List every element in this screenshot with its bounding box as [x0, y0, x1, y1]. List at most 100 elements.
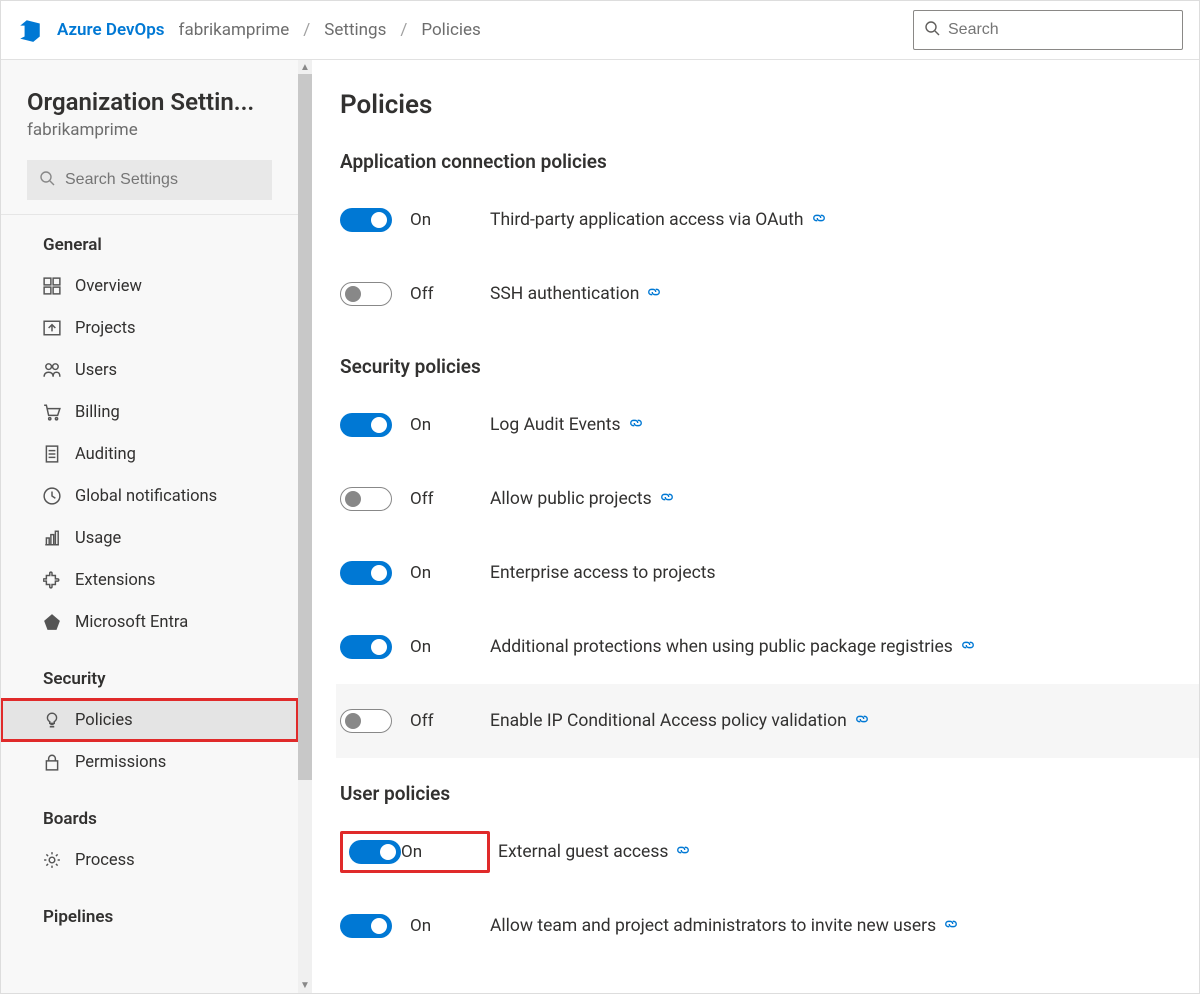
sidebar-item-label: Extensions	[75, 571, 155, 590]
nav-header-security: Security	[1, 669, 298, 699]
policy-toggle[interactable]	[340, 487, 392, 511]
topbar: Azure DevOps fabrikamprime / Settings / …	[1, 1, 1199, 60]
global-search-input[interactable]	[948, 21, 1172, 39]
scroll-up-icon[interactable]: ▲	[298, 60, 312, 74]
policy-toggle[interactable]	[340, 282, 392, 306]
policy-label: Enable IP Conditional Access policy vali…	[490, 711, 869, 731]
link-icon[interactable]	[944, 916, 958, 936]
sidebar-item-label: Projects	[75, 319, 136, 338]
sidebar-item-users[interactable]: Users	[1, 349, 298, 391]
nav-header-boards: Boards	[1, 809, 298, 839]
policy-group-title: Application connection policies	[340, 150, 1199, 173]
lock-icon	[43, 753, 61, 771]
policy-label: SSH authentication	[490, 284, 661, 304]
breadcrumb-org[interactable]: fabrikamprime	[179, 20, 290, 40]
link-icon[interactable]	[961, 637, 975, 657]
policy-toggle[interactable]	[340, 413, 392, 437]
breadcrumb: Azure DevOps fabrikamprime / Settings / …	[57, 20, 481, 40]
sidebar-item-label: Auditing	[75, 445, 136, 464]
sidebar-org: fabrikamprime	[1, 116, 298, 156]
policy-row: OnEnterprise access to projects	[340, 536, 1199, 610]
sidebar-item-label: Users	[75, 361, 117, 380]
link-icon[interactable]	[812, 210, 826, 230]
policy-toggle[interactable]	[340, 561, 392, 585]
policy-group-title: Security policies	[340, 355, 1199, 378]
policy-row: OnLog Audit Events	[340, 388, 1199, 462]
policy-state: Off	[410, 489, 490, 509]
policy-label: External guest access	[498, 842, 690, 862]
settings-search[interactable]	[27, 160, 272, 200]
link-icon[interactable]	[660, 489, 674, 509]
sidebar-item-label: Global notifications	[75, 487, 217, 506]
search-icon	[924, 20, 940, 40]
sidebar-item-usage[interactable]: Usage	[1, 517, 298, 559]
policy-label: Additional protections when using public…	[490, 637, 975, 657]
policy-toggle[interactable]	[340, 914, 392, 938]
sidebar-item-auditing[interactable]: Auditing	[1, 433, 298, 475]
policy-row: OffEnable IP Conditional Access policy v…	[336, 684, 1199, 758]
sidebar-item-billing[interactable]: Billing	[1, 391, 298, 433]
scrollbar-thumb[interactable]	[298, 74, 312, 780]
global-search[interactable]	[913, 10, 1183, 50]
policy-row: On External guest access	[340, 815, 1199, 889]
policy-state: Off	[410, 284, 490, 304]
policy-label: Log Audit Events	[490, 415, 643, 435]
link-icon[interactable]	[855, 711, 869, 731]
breadcrumb-policies[interactable]: Policies	[421, 20, 480, 40]
sidebar-scrollbar[interactable]: ▲ ▼	[298, 60, 312, 993]
settings-search-input[interactable]	[65, 171, 260, 189]
policy-state: On	[401, 842, 481, 862]
sidebar: Organization Settin... fabrikamprime Gen…	[1, 60, 312, 993]
sidebar-item-microsoft-entra[interactable]: Microsoft Entra	[1, 601, 298, 643]
sidebar-title: Organization Settin...	[1, 88, 298, 116]
policy-toggle[interactable]	[340, 709, 392, 733]
doc-icon	[43, 445, 61, 463]
sidebar-item-permissions[interactable]: Permissions	[1, 741, 298, 783]
policy-row: OffSSH authentication	[340, 257, 1199, 331]
policy-row: OnAllow team and project administrators …	[340, 889, 1199, 963]
grid-icon	[43, 277, 61, 295]
policy-row: OffAllow public projects	[340, 462, 1199, 536]
sidebar-item-label: Microsoft Entra	[75, 613, 188, 632]
policy-toggle[interactable]	[349, 840, 401, 864]
policy-toggle[interactable]	[340, 208, 392, 232]
nav-header-pipelines: Pipelines	[1, 907, 298, 937]
sidebar-item-label: Billing	[75, 403, 120, 422]
chart-icon	[43, 529, 61, 547]
sidebar-item-global-notifications[interactable]: Global notifications	[1, 475, 298, 517]
policy-state: On	[410, 637, 490, 657]
link-icon[interactable]	[647, 284, 661, 304]
link-icon[interactable]	[676, 842, 690, 862]
breadcrumb-settings[interactable]: Settings	[324, 20, 386, 40]
policy-label: Third-party application access via OAuth	[490, 210, 826, 230]
breadcrumb-separator: /	[400, 20, 407, 40]
policy-state: On	[410, 415, 490, 435]
sidebar-item-label: Usage	[75, 529, 121, 548]
highlighted-toggle: On	[340, 831, 490, 873]
policy-state: Off	[410, 711, 490, 731]
policy-group-title: User policies	[340, 782, 1199, 805]
clock-icon	[43, 487, 61, 505]
link-icon[interactable]	[629, 415, 643, 435]
upload-icon	[43, 319, 61, 337]
sidebar-item-process[interactable]: Process	[1, 839, 298, 881]
sidebar-item-extensions[interactable]: Extensions	[1, 559, 298, 601]
main-content: Policies Application connection policies…	[312, 60, 1199, 993]
entra-icon	[43, 613, 61, 631]
sidebar-item-policies[interactable]: Policies	[1, 699, 298, 741]
page-title: Policies	[340, 90, 1199, 120]
policy-state: On	[410, 563, 490, 583]
policy-state: On	[410, 916, 490, 936]
sidebar-item-label: Permissions	[75, 753, 166, 772]
sidebar-item-projects[interactable]: Projects	[1, 307, 298, 349]
scroll-down-icon[interactable]: ▼	[298, 979, 312, 993]
policy-toggle[interactable]	[340, 635, 392, 659]
gear-icon	[43, 851, 61, 869]
policy-row: OnAdditional protections when using publ…	[340, 610, 1199, 684]
users-icon	[43, 361, 61, 379]
product-name[interactable]: Azure DevOps	[57, 20, 165, 40]
sidebar-item-overview[interactable]: Overview	[1, 265, 298, 307]
breadcrumb-separator: /	[303, 20, 310, 40]
cart-icon	[43, 403, 61, 421]
azure-devops-logo-icon[interactable]	[17, 17, 43, 43]
